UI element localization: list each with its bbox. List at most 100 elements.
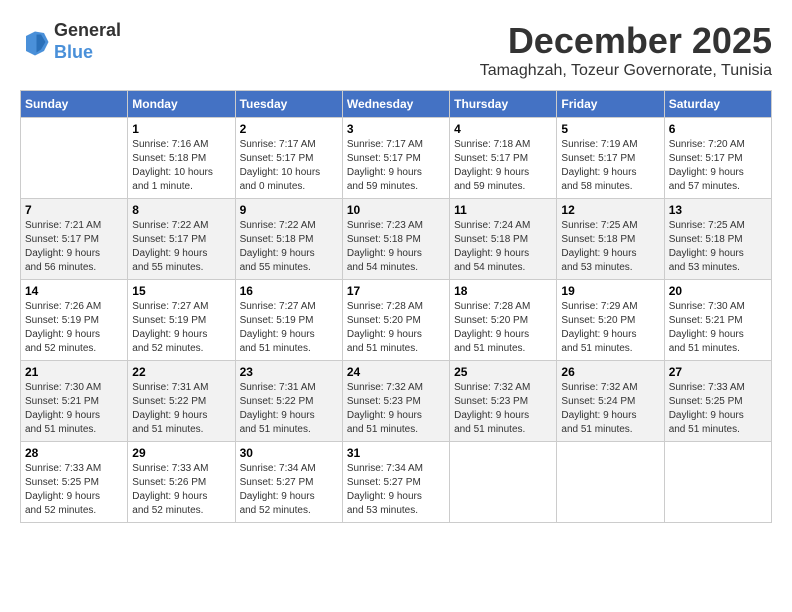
calendar-cell: 3Sunrise: 7:17 AMSunset: 5:17 PMDaylight… [342, 118, 449, 199]
calendar-week-row: 1Sunrise: 7:16 AMSunset: 5:18 PMDaylight… [21, 118, 772, 199]
day-number: 11 [454, 203, 552, 217]
day-number: 14 [25, 284, 123, 298]
day-number: 17 [347, 284, 445, 298]
col-header-tuesday: Tuesday [235, 91, 342, 118]
day-info: Sunrise: 7:32 AMSunset: 5:23 PMDaylight:… [454, 381, 552, 437]
day-number: 8 [132, 203, 230, 217]
day-number: 2 [240, 122, 338, 136]
calendar-cell: 20 Sunrise: 7:30 AMSunset: 5:21 PMDayligh… [664, 280, 771, 361]
calendar-cell: 4Sunrise: 7:18 AMSunset: 5:17 PMDaylight… [450, 118, 557, 199]
day-info: Sunrise: 7:29 AMSunset: 5:20 PMDaylight:… [561, 300, 659, 356]
day-info: Sunrise: 7:33 AMSunset: 5:25 PMDaylight:… [669, 381, 767, 437]
day-number: 15 [132, 284, 230, 298]
calendar-cell: 9 Sunrise: 7:22 AMSunset: 5:18 PMDaylight… [235, 199, 342, 280]
day-number: 29 [132, 446, 230, 460]
col-header-wednesday: Wednesday [342, 91, 449, 118]
day-number: 23 [240, 365, 338, 379]
calendar-cell: 14 Sunrise: 7:26 AMSunset: 5:19 PMDayligh… [21, 280, 128, 361]
day-info: Sunrise: 7:34 AMSunset: 5:27 PMDaylight:… [347, 462, 445, 518]
day-info: Sunrise: 7:20 AMSunset: 5:17 PMDaylight:… [669, 138, 767, 194]
calendar-cell: 11Sunrise: 7:24 AMSunset: 5:18 PMDayligh… [450, 199, 557, 280]
calendar-week-row: 7Sunrise: 7:21 AMSunset: 5:17 PMDaylight… [21, 199, 772, 280]
calendar-cell: 27 Sunrise: 7:33 AMSunset: 5:25 PMDayligh… [664, 361, 771, 442]
calendar-cell [557, 442, 664, 523]
day-number: 1 [132, 122, 230, 136]
calendar-cell: 8Sunrise: 7:22 AMSunset: 5:17 PMDaylight… [128, 199, 235, 280]
day-number: 13 [669, 203, 767, 217]
calendar-cell: 13 Sunrise: 7:25 AMSunset: 5:18 PMDayligh… [664, 199, 771, 280]
col-header-friday: Friday [557, 91, 664, 118]
day-number: 24 [347, 365, 445, 379]
day-info: Sunrise: 7:22 AMSunset: 5:18 PMDaylight:… [240, 219, 338, 275]
day-info: Sunrise: 7:17 AMSunset: 5:17 PMDaylight:… [347, 138, 445, 194]
calendar-cell: 5 Sunrise: 7:19 AMSunset: 5:17 PMDaylight… [557, 118, 664, 199]
day-info: Sunrise: 7:23 AMSunset: 5:18 PMDaylight:… [347, 219, 445, 275]
title-area: December 2025 Tamaghzah, Tozeur Governor… [480, 20, 772, 80]
calendar-cell [450, 442, 557, 523]
day-info: Sunrise: 7:32 AMSunset: 5:23 PMDaylight:… [347, 381, 445, 437]
calendar-cell: 15 Sunrise: 7:27 AMSunset: 5:19 PMDayligh… [128, 280, 235, 361]
day-info: Sunrise: 7:30 AMSunset: 5:21 PMDaylight:… [669, 300, 767, 356]
day-number: 31 [347, 446, 445, 460]
day-number: 12 [561, 203, 659, 217]
day-number: 19 [561, 284, 659, 298]
col-header-saturday: Saturday [664, 91, 771, 118]
calendar-cell: 25 Sunrise: 7:32 AMSunset: 5:23 PMDayligh… [450, 361, 557, 442]
calendar-week-row: 14 Sunrise: 7:26 AMSunset: 5:19 PMDayligh… [21, 280, 772, 361]
calendar-week-row: 21 Sunrise: 7:30 AMSunset: 5:21 PMDayligh… [21, 361, 772, 442]
calendar-table: SundayMondayTuesdayWednesdayThursdayFrid… [20, 90, 772, 523]
day-number: 20 [669, 284, 767, 298]
day-info: Sunrise: 7:27 AMSunset: 5:19 PMDaylight:… [240, 300, 338, 356]
calendar-cell: 19 Sunrise: 7:29 AMSunset: 5:20 PMDayligh… [557, 280, 664, 361]
calendar-cell: 31 Sunrise: 7:34 AMSunset: 5:27 PMDayligh… [342, 442, 449, 523]
day-info: Sunrise: 7:31 AMSunset: 5:22 PMDaylight:… [132, 381, 230, 437]
day-info: Sunrise: 7:34 AMSunset: 5:27 PMDaylight:… [240, 462, 338, 518]
logo-text: General Blue [54, 20, 121, 63]
day-number: 22 [132, 365, 230, 379]
day-info: Sunrise: 7:25 AMSunset: 5:18 PMDaylight:… [669, 219, 767, 275]
day-info: Sunrise: 7:25 AMSunset: 5:18 PMDaylight:… [561, 219, 659, 275]
day-number: 10 [347, 203, 445, 217]
col-header-sunday: Sunday [21, 91, 128, 118]
day-number: 26 [561, 365, 659, 379]
col-header-monday: Monday [128, 91, 235, 118]
calendar-cell: 23 Sunrise: 7:31 AMSunset: 5:22 PMDayligh… [235, 361, 342, 442]
calendar-cell: 26Sunrise: 7:32 AMSunset: 5:24 PMDayligh… [557, 361, 664, 442]
calendar-cell: 12 Sunrise: 7:25 AMSunset: 5:18 PMDayligh… [557, 199, 664, 280]
calendar-cell: 28 Sunrise: 7:33 AMSunset: 5:25 PMDayligh… [21, 442, 128, 523]
calendar-cell: 22 Sunrise: 7:31 AMSunset: 5:22 PMDayligh… [128, 361, 235, 442]
calendar-cell: 30 Sunrise: 7:34 AMSunset: 5:27 PMDayligh… [235, 442, 342, 523]
day-info: Sunrise: 7:21 AMSunset: 5:17 PMDaylight:… [25, 219, 123, 275]
col-header-thursday: Thursday [450, 91, 557, 118]
calendar-cell [21, 118, 128, 199]
day-number: 18 [454, 284, 552, 298]
day-info: Sunrise: 7:18 AMSunset: 5:17 PMDaylight:… [454, 138, 552, 194]
calendar-cell: 18Sunrise: 7:28 AMSunset: 5:20 PMDayligh… [450, 280, 557, 361]
day-number: 21 [25, 365, 123, 379]
day-number: 9 [240, 203, 338, 217]
day-number: 28 [25, 446, 123, 460]
logo: General Blue [20, 20, 121, 63]
day-info: Sunrise: 7:28 AMSunset: 5:20 PMDaylight:… [347, 300, 445, 356]
day-number: 27 [669, 365, 767, 379]
calendar-cell: 16 Sunrise: 7:27 AMSunset: 5:19 PMDayligh… [235, 280, 342, 361]
day-info: Sunrise: 7:19 AMSunset: 5:17 PMDaylight:… [561, 138, 659, 194]
day-info: Sunrise: 7:26 AMSunset: 5:19 PMDaylight:… [25, 300, 123, 356]
day-number: 5 [561, 122, 659, 136]
day-number: 30 [240, 446, 338, 460]
calendar-cell: 21 Sunrise: 7:30 AMSunset: 5:21 PMDayligh… [21, 361, 128, 442]
day-info: Sunrise: 7:27 AMSunset: 5:19 PMDaylight:… [132, 300, 230, 356]
day-number: 16 [240, 284, 338, 298]
day-info: Sunrise: 7:31 AMSunset: 5:22 PMDaylight:… [240, 381, 338, 437]
day-number: 25 [454, 365, 552, 379]
calendar-cell: 7Sunrise: 7:21 AMSunset: 5:17 PMDaylight… [21, 199, 128, 280]
calendar-cell: 1Sunrise: 7:16 AMSunset: 5:18 PMDaylight… [128, 118, 235, 199]
day-info: Sunrise: 7:30 AMSunset: 5:21 PMDaylight:… [25, 381, 123, 437]
logo-icon [20, 27, 50, 57]
calendar-cell: 29 Sunrise: 7:33 AMSunset: 5:26 PMDayligh… [128, 442, 235, 523]
calendar-cell: 2Sunrise: 7:17 AMSunset: 5:17 PMDaylight… [235, 118, 342, 199]
day-info: Sunrise: 7:33 AMSunset: 5:25 PMDaylight:… [25, 462, 123, 518]
calendar-cell: 6Sunrise: 7:20 AMSunset: 5:17 PMDaylight… [664, 118, 771, 199]
day-info: Sunrise: 7:33 AMSunset: 5:26 PMDaylight:… [132, 462, 230, 518]
calendar-cell: 10 Sunrise: 7:23 AMSunset: 5:18 PMDayligh… [342, 199, 449, 280]
